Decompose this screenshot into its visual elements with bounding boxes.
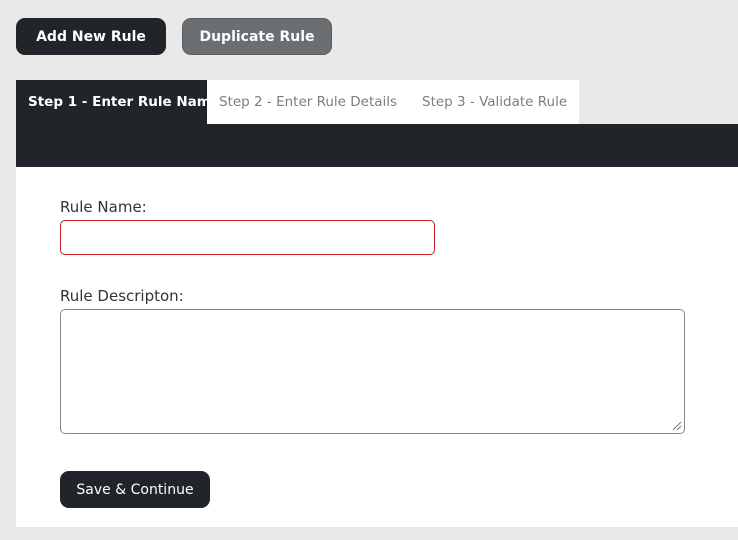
rule-name-input[interactable]	[60, 220, 435, 255]
step-tabs: Step 1 - Enter Rule Name Step 2 - Enter …	[16, 80, 579, 124]
rule-description-textarea[interactable]	[60, 309, 685, 434]
tab-step-3[interactable]: Step 3 - Validate Rule	[410, 80, 579, 124]
tab-step-1[interactable]: Step 1 - Enter Rule Name	[16, 80, 220, 124]
save-continue-button[interactable]: Save & Continue	[60, 471, 210, 508]
add-new-rule-button[interactable]: Add New Rule	[16, 18, 166, 55]
rule-description-label: Rule Descripton:	[60, 287, 184, 305]
rule-name-label: Rule Name:	[60, 198, 147, 216]
tab-step-2[interactable]: Step 2 - Enter Rule Details	[207, 80, 410, 124]
duplicate-rule-button[interactable]: Duplicate Rule	[182, 18, 332, 55]
rule-form-panel: Rule Name: Rule Descripton: Save & Conti…	[16, 167, 738, 527]
tab-header-bar	[16, 124, 738, 167]
